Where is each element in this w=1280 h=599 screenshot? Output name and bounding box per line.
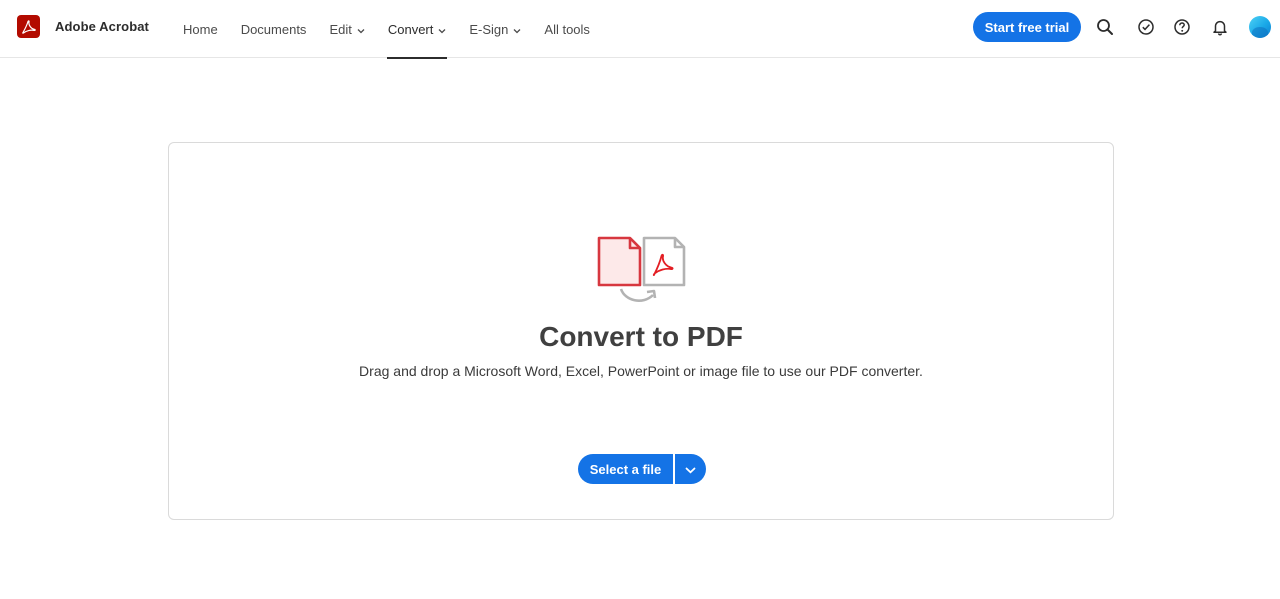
- nav-esign[interactable]: E-Sign: [469, 0, 521, 58]
- nav-edit-label: Edit: [329, 21, 352, 37]
- chevron-down-icon: [357, 22, 365, 37]
- top-navigation-bar: Adobe Acrobat Home Documents Edit Conver…: [0, 0, 1280, 59]
- bell-icon[interactable]: [1210, 17, 1230, 37]
- search-icon[interactable]: [1095, 17, 1115, 37]
- task-check-icon[interactable]: [1136, 17, 1156, 37]
- nav-convert[interactable]: Convert: [386, 0, 447, 59]
- nav-convert-label: Convert: [387, 21, 434, 37]
- help-icon[interactable]: [1172, 17, 1192, 37]
- start-free-trial-button[interactable]: Start free trial: [973, 12, 1081, 42]
- select-file-options-button[interactable]: [675, 454, 706, 484]
- select-file-button-group: Select a file: [578, 454, 706, 484]
- drop-zone[interactable]: Convert to PDF Drag and drop a Microsoft…: [168, 142, 1114, 520]
- nav-all-tools[interactable]: All tools: [544, 0, 590, 58]
- chevron-down-icon: [438, 22, 446, 37]
- nav-edit[interactable]: Edit: [329, 0, 365, 58]
- convert-to-pdf-illustration-icon: [597, 235, 689, 307]
- nav-documents-label: Documents: [240, 21, 307, 37]
- nav-home[interactable]: Home: [183, 0, 218, 58]
- page-title: Convert to PDF: [539, 321, 743, 352]
- nav-home-label: Home: [183, 21, 218, 37]
- chevron-down-icon: [513, 22, 521, 37]
- main-nav: Home Documents Edit Convert E-Sign All t…: [183, 0, 613, 59]
- nav-documents[interactable]: Documents: [241, 0, 307, 58]
- acrobat-logo-icon: [17, 15, 40, 38]
- select-file-button[interactable]: Select a file: [578, 454, 673, 484]
- brand[interactable]: Adobe Acrobat: [17, 15, 149, 38]
- nav-esign-label: E-Sign: [469, 21, 509, 37]
- avatar[interactable]: [1249, 16, 1271, 38]
- page-subtitle: Drag and drop a Microsoft Word, Excel, P…: [359, 363, 923, 379]
- nav-all-tools-label: All tools: [544, 21, 590, 37]
- app-name: Adobe Acrobat: [55, 19, 149, 34]
- chevron-down-icon: [685, 462, 696, 477]
